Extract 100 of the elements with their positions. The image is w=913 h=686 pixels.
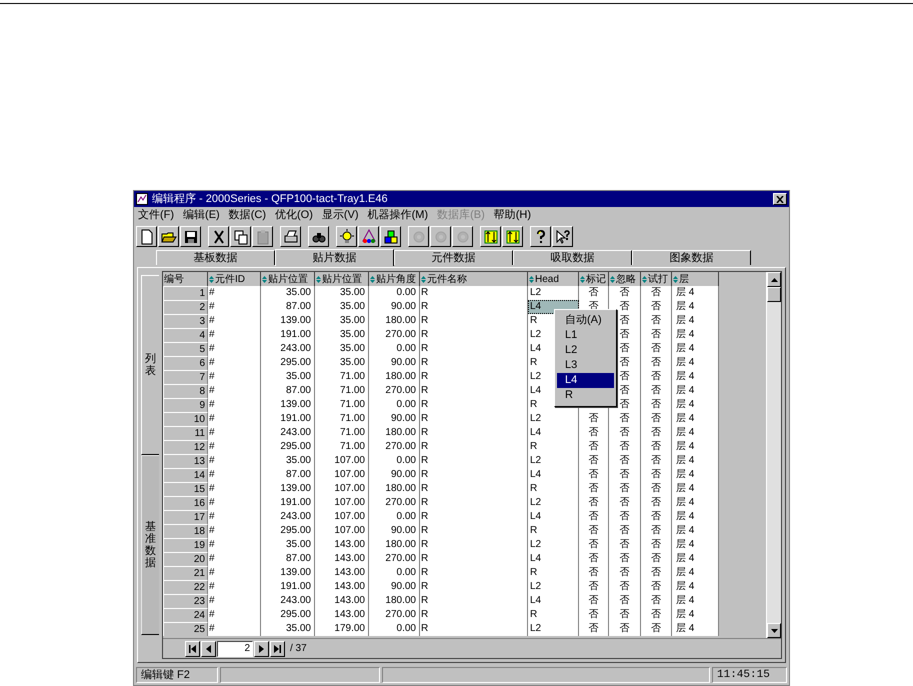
first-page-button[interactable] <box>185 640 200 656</box>
table-cell[interactable]: L4 <box>528 552 579 566</box>
table-cell: 层 4 <box>672 342 719 356</box>
table-cell[interactable]: L4 <box>528 594 579 608</box>
column-header[interactable]: 元件ID <box>208 272 261 286</box>
table-cell: 35.00 <box>315 328 369 342</box>
scroll-up-button[interactable] <box>767 272 781 287</box>
table-cell: 否 <box>579 580 609 594</box>
column-header[interactable]: 贴片角度 <box>369 272 420 286</box>
table-cell: R <box>420 412 528 426</box>
menu-item[interactable]: 帮助(H) <box>494 207 532 224</box>
table-cell: R <box>420 398 528 412</box>
table-cell[interactable]: L4 <box>528 468 579 482</box>
table-cell: 否 <box>609 440 641 454</box>
table-cell: 否 <box>641 552 672 566</box>
tab[interactable]: 贴片数据 <box>275 249 394 266</box>
tab[interactable]: 吸取数据 <box>513 250 632 265</box>
scroll-down-button[interactable] <box>767 623 781 638</box>
table-cell: 否 <box>579 496 609 510</box>
menu-item[interactable]: 数据(C) <box>228 207 266 224</box>
tab[interactable]: 基板数据 <box>156 250 275 265</box>
table-cell: 否 <box>579 454 609 468</box>
row-number: 21 <box>163 566 208 580</box>
table-cell: # <box>208 370 261 384</box>
table-cell: 否 <box>641 510 672 524</box>
menu-item[interactable]: 机器操作(M) <box>368 207 428 224</box>
tab[interactable]: 元件数据 <box>394 250 513 265</box>
table-cell[interactable]: L4 <box>528 510 579 524</box>
table-cell: R <box>420 440 528 454</box>
close-icon <box>776 196 784 202</box>
table-cell: 否 <box>579 510 609 524</box>
table-cell[interactable]: R <box>528 482 579 496</box>
previous-page-button[interactable] <box>201 640 216 656</box>
menu-item[interactable]: 优化(O) <box>275 207 313 224</box>
menu-item[interactable]: L4 <box>557 373 614 388</box>
table-cell: 否 <box>641 580 672 594</box>
table-cell[interactable]: L2 <box>528 622 579 636</box>
table-cell: # <box>208 286 261 300</box>
column-header[interactable]: 标记 <box>579 272 609 286</box>
scroll-thumb[interactable] <box>767 287 781 302</box>
table-cell: 180.00 <box>369 482 420 496</box>
column-header[interactable]: 试打 <box>641 272 672 286</box>
table-cell: R <box>420 496 528 510</box>
table-cell[interactable]: L2 <box>528 496 579 510</box>
column-header[interactable]: 编号 <box>163 272 208 286</box>
last-page-button[interactable] <box>270 640 285 656</box>
table-cell[interactable]: R <box>528 608 579 622</box>
table-cell: 层 4 <box>672 370 719 384</box>
table-cell: 35.00 <box>315 314 369 328</box>
table-cell: R <box>420 580 528 594</box>
column-header[interactable]: 贴片位置 <box>261 272 315 286</box>
column-header[interactable]: 元件名称 <box>420 272 528 286</box>
column-header[interactable]: 贴片位置 <box>315 272 369 286</box>
table-cell: 否 <box>609 496 641 510</box>
close-button[interactable] <box>773 193 787 205</box>
table-cell: # <box>208 538 261 552</box>
table-cell: 143.00 <box>315 566 369 580</box>
menu-item[interactable]: 编辑(E) <box>183 207 220 224</box>
column-header[interactable]: Head <box>528 272 579 286</box>
table-cell: 否 <box>641 496 672 510</box>
table-cell[interactable]: L2 <box>528 412 579 426</box>
table-cell: # <box>208 314 261 328</box>
column-header[interactable]: 忽略 <box>609 272 641 286</box>
table-cell: 0.00 <box>369 342 420 356</box>
table-cell: # <box>208 594 261 608</box>
table-cell: 243.00 <box>261 510 315 524</box>
table-cell[interactable]: R <box>528 440 579 454</box>
table-cell: 否 <box>579 426 609 440</box>
table-cell[interactable]: L2 <box>528 454 579 468</box>
table-cell[interactable]: L4 <box>528 426 579 440</box>
menu-item[interactable]: 文件(F) <box>138 207 174 224</box>
table-cell: 191.00 <box>261 412 315 426</box>
table-cell: R <box>420 370 528 384</box>
tab[interactable]: 图象数据 <box>632 250 751 265</box>
table-cell: # <box>208 440 261 454</box>
menu-item[interactable]: 显示(V) <box>322 207 359 224</box>
table-cell: 270.00 <box>369 440 420 454</box>
table-cell: 87.00 <box>261 552 315 566</box>
table-cell: 否 <box>609 412 641 426</box>
side-tab[interactable]: 基准数据 <box>141 455 159 635</box>
table-cell[interactable]: R <box>528 524 579 538</box>
table-cell[interactable]: L2 <box>528 286 579 300</box>
table-cell: 否 <box>609 608 641 622</box>
table-cell[interactable]: L2 <box>528 538 579 552</box>
table-cell[interactable]: R <box>528 566 579 580</box>
side-tab[interactable]: 列表 <box>141 275 159 455</box>
table-cell: R <box>420 482 528 496</box>
table-cell: # <box>208 342 261 356</box>
table-cell: 层 4 <box>672 496 719 510</box>
column-header[interactable]: 层 <box>672 272 719 286</box>
next-page-button[interactable] <box>254 640 269 656</box>
table-cell: # <box>208 454 261 468</box>
table-cell: 295.00 <box>261 356 315 370</box>
app-icon <box>136 193 148 205</box>
scrollbar[interactable] <box>766 272 781 638</box>
table-cell: 191.00 <box>261 580 315 594</box>
row-number: 13 <box>163 454 208 468</box>
page-field[interactable]: 2 <box>217 640 253 656</box>
table-cell[interactable]: L2 <box>528 580 579 594</box>
table-cell: 层 4 <box>672 468 719 482</box>
